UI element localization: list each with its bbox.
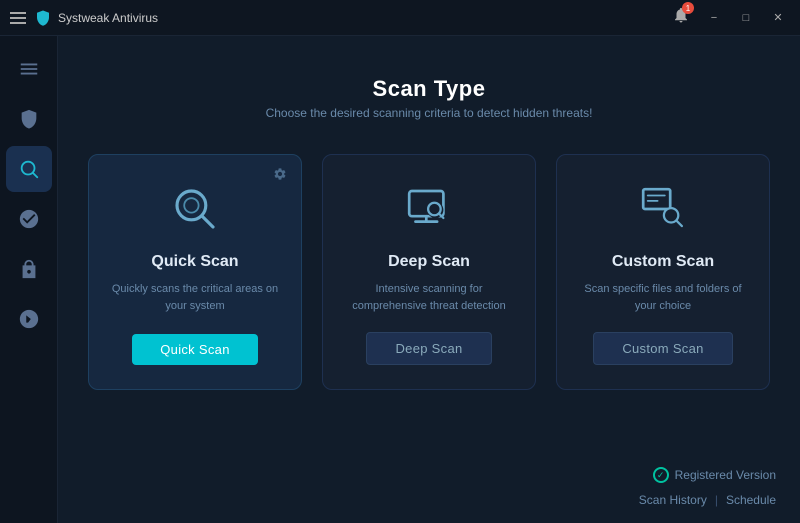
app-title: Systweak Antivirus (58, 11, 158, 25)
registered-label: Registered Version (675, 468, 776, 482)
sidebar-item-lock[interactable] (6, 246, 52, 292)
deep-scan-title: Deep Scan (388, 253, 470, 271)
sidebar-item-check[interactable] (6, 196, 52, 242)
settings-icon[interactable] (273, 167, 287, 184)
minimize-button[interactable]: − (700, 6, 728, 30)
custom-scan-description: Scan specific files and folders of your … (577, 281, 749, 314)
content-area: Scan Type Choose the desired scanning cr… (58, 36, 800, 523)
quick-scan-icon (165, 179, 225, 239)
registered-badge: ✓ Registered Version (653, 467, 776, 483)
main-layout: Scan Type Choose the desired scanning cr… (0, 36, 800, 523)
schedule-link[interactable]: Schedule (726, 493, 776, 507)
title-bar-left: Systweak Antivirus (10, 9, 158, 27)
sidebar-item-boost[interactable] (6, 296, 52, 342)
footer-divider: | (715, 493, 718, 507)
title-bar: Systweak Antivirus 1 − □ ✕ (0, 0, 800, 36)
footer-links: Scan History | Schedule (639, 493, 776, 507)
registered-check-icon: ✓ (653, 467, 669, 483)
custom-scan-title: Custom Scan (612, 253, 714, 271)
quick-scan-description: Quickly scans the critical areas on your… (109, 281, 281, 316)
page-subtitle: Choose the desired scanning criteria to … (88, 106, 770, 120)
menu-icon[interactable] (10, 12, 26, 24)
deep-scan-button[interactable]: Deep Scan (366, 332, 491, 365)
logo-shield-icon (34, 9, 52, 27)
page-heading: Scan Type Choose the desired scanning cr… (88, 76, 770, 120)
page-title: Scan Type (88, 76, 770, 102)
deep-scan-description: Intensive scanning for comprehensive thr… (343, 281, 515, 314)
window-controls: 1 − □ ✕ (672, 6, 792, 30)
sidebar-item-protection[interactable] (6, 96, 52, 142)
scan-history-link[interactable]: Scan History (639, 493, 707, 507)
custom-scan-button[interactable]: Custom Scan (593, 332, 732, 365)
sidebar-item-menu[interactable] (6, 46, 52, 92)
custom-scan-card: Custom Scan Scan specific files and fold… (556, 154, 770, 390)
quick-scan-button[interactable]: Quick Scan (132, 334, 257, 365)
close-button[interactable]: ✕ (764, 6, 792, 30)
app-logo: Systweak Antivirus (34, 9, 158, 27)
maximize-button[interactable]: □ (732, 6, 760, 30)
scan-cards-container: Quick Scan Quickly scans the critical ar… (88, 154, 770, 390)
sidebar-item-scan[interactable] (6, 146, 52, 192)
notification-icon[interactable]: 1 (672, 6, 690, 29)
deep-scan-icon (399, 179, 459, 239)
notification-badge: 1 (682, 2, 694, 14)
quick-scan-title: Quick Scan (151, 253, 238, 271)
sidebar (0, 36, 58, 523)
deep-scan-card: Deep Scan Intensive scanning for compreh… (322, 154, 536, 390)
quick-scan-card: Quick Scan Quickly scans the critical ar… (88, 154, 302, 390)
custom-scan-icon (633, 179, 693, 239)
